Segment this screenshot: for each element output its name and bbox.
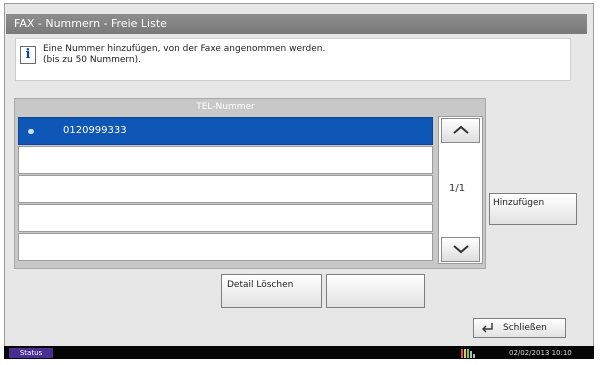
status-datetime: 02/02/2013 10:10: [509, 349, 572, 357]
blank-button[interactable]: [326, 274, 425, 308]
scroll-up-button[interactable]: [441, 118, 480, 143]
info-line-1: Eine Nummer hinzufügen, von der Faxe ang…: [43, 44, 326, 54]
row-number: 0120999333: [63, 125, 127, 136]
list-row[interactable]: [18, 204, 433, 232]
return-arrow-icon: [482, 323, 493, 333]
window-title: FAX - Nummern - Freie Liste: [6, 14, 587, 34]
info-icon: i: [20, 46, 36, 64]
selected-dot-icon: [28, 129, 34, 134]
signal-bars-icon: [461, 349, 475, 358]
chevron-up-icon: [452, 125, 469, 134]
list-row[interactable]: [18, 146, 433, 174]
detail-delete-button[interactable]: Detail Löschen: [221, 274, 322, 308]
page-indicator: 1/1: [449, 183, 466, 194]
scroll-down-button[interactable]: [441, 237, 480, 262]
chevron-down-icon: [452, 245, 469, 254]
add-button[interactable]: Hinzufügen: [489, 193, 577, 225]
close-label: Schließen: [503, 323, 547, 333]
close-button[interactable]: Schließen: [473, 318, 566, 338]
status-button[interactable]: Status: [9, 348, 53, 358]
info-line-2: (bis zu 50 Nummern).: [43, 55, 142, 65]
list-row[interactable]: 0120999333: [18, 117, 433, 145]
status-bar: [4, 346, 594, 359]
list-header: TEL-Nummer: [196, 102, 255, 112]
list-row[interactable]: [18, 233, 433, 261]
info-message: Eine Nummer hinzufügen, von der Faxe ang…: [43, 44, 325, 66]
list-row[interactable]: [18, 175, 433, 203]
